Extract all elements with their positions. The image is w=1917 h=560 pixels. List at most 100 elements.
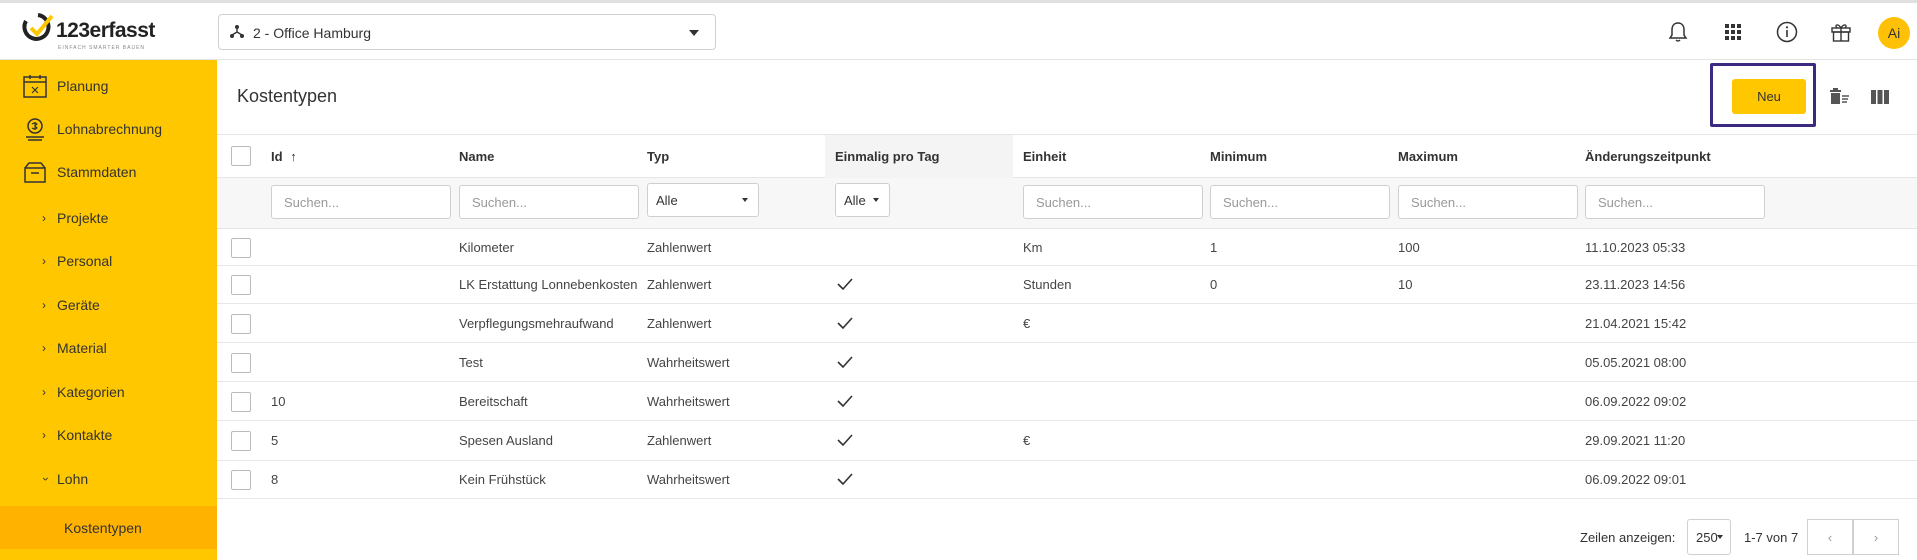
table-row[interactable]: Test Wahrheitswert 05.05.2021 08:00 [217,343,1917,382]
column-header-id[interactable]: Id ↑ [271,149,297,164]
checkmark-icon [837,356,853,368]
sidebar-item-kategorien[interactable]: › Kategorien [0,370,217,413]
page-size-select[interactable]: 250 [1687,519,1731,555]
column-header-changed[interactable]: Änderungszeitpunkt [1585,149,1711,164]
company-select[interactable]: 2 - Office Hamburg [218,14,716,50]
sidebar-item-projekte[interactable]: › Projekte [0,196,217,239]
columns-icon[interactable] [1870,88,1890,106]
cell-name: Spesen Ausland [459,433,553,448]
sidebar-item-label: Planung [57,77,109,94]
chevron-down-icon [689,30,699,36]
sidebar-item-planung[interactable]: Planung [0,64,217,107]
chevron-right-icon: › [42,427,46,442]
user-avatar[interactable]: Ai [1878,17,1910,49]
cell-typ: Wahrheitswert [647,394,730,409]
typ-filter-select[interactable]: Alle [647,183,759,217]
cell-typ: Wahrheitswert [647,355,730,370]
sidebar-item-material[interactable]: › Material [0,326,217,369]
einmalig-filter-value: Alle [844,192,866,208]
row-checkbox[interactable] [231,314,251,334]
cell-name: Kein Frühstück [459,472,546,487]
sidebar-item-label: Material [57,339,107,356]
id-search-input[interactable]: Suchen... [271,185,451,219]
column-header-minimum[interactable]: Minimum [1210,149,1267,164]
cell-einheit: € [1023,316,1031,331]
row-checkbox[interactable] [231,238,251,258]
cell-max: 10 [1398,277,1413,292]
box-icon [24,161,46,183]
filter-row: Suchen... Suchen... Alle Alle Suchen... … [217,178,1917,229]
sidebar-item-label: Kontakte [57,426,113,443]
sidebar-item-kontakte[interactable]: › Kontakte [0,413,217,456]
table-row[interactable]: LK Erstattung Lonnebenkosten Zahlenwert St… [217,266,1917,304]
info-icon[interactable] [1772,17,1802,47]
row-checkbox[interactable] [231,275,251,295]
row-checkbox[interactable] [231,392,251,412]
sidebar-item-stammdaten[interactable]: Stammdaten [0,150,217,193]
changed-search-input[interactable]: Suchen... [1585,185,1765,219]
sidebar-item-label: Personal [57,252,113,269]
minimum-search-input[interactable]: Suchen... [1210,185,1390,219]
sidebar-item-label: Kategorien [57,383,125,400]
sidebar-item-kostentypen[interactable]: Kostentypen [0,506,217,549]
page-title: Kostentypen [237,86,338,106]
checkmark-icon [837,278,853,290]
delete-filter-icon[interactable] [1830,88,1850,106]
sidebar-item-lohnabrechnung[interactable]: Lohnabrechnung [0,107,217,150]
sidebar-item-personal[interactable]: › Personal [0,239,217,282]
cell-name: Kilometer [459,240,514,255]
cell-einheit: Km [1023,240,1043,255]
row-checkbox[interactable] [231,353,251,373]
main-content: Kostentypen Neu Id ↑ Name Typ Einmalig p… [217,60,1917,560]
einheit-search-input[interactable]: Suchen... [1023,185,1203,219]
cell-changed: 23.11.2023 14:56 [1585,277,1686,292]
cell-name: Test [459,355,483,370]
cell-id: 8 [271,472,279,487]
chevron-down-icon [1717,535,1723,539]
sidebar-item-label: Lohn [57,470,89,487]
chevron-right-icon: › [42,253,46,268]
sidebar-item-geraete[interactable]: › Geräte [0,283,217,326]
maximum-search-input[interactable]: Suchen... [1398,185,1578,219]
app-header: 123erfasst EINFACH SMARTER BAUEN 2 - Off… [0,3,1917,60]
bell-icon[interactable] [1663,17,1693,47]
sidebar-item-label: Kostentypen [64,519,142,536]
next-page-button[interactable]: › [1853,519,1899,555]
sidebar-item-label: Geräte [57,296,100,313]
table-row[interactable]: Verpflegungsmehraufwand Zahlenwert €21.04.… [217,304,1917,343]
row-checkbox[interactable] [231,470,251,490]
column-header-einheit[interactable]: Einheit [1023,149,1066,164]
sidebar-item-label: Lohnabrechnung [57,120,163,137]
cell-changed: 11.10.2023 05:33 [1585,240,1686,255]
chevron-down-icon [873,198,879,202]
column-header-maximum[interactable]: Maximum [1398,149,1458,164]
cell-name: Verpflegungsmehraufwand [459,316,614,331]
sidebar-item-label: Stammdaten [57,163,137,180]
typ-filter-value: Alle [656,192,678,208]
name-search-input[interactable]: Suchen... [459,185,639,219]
chevron-right-icon: › [42,340,46,355]
chevron-down-icon: › [39,476,53,481]
table-row[interactable]: Kilometer Zahlenwert Km 1 100 11.10.2023 05:3… [217,229,1917,266]
cell-changed: 06.09.2022 09:02 [1585,394,1687,409]
new-button[interactable]: Neu [1732,79,1806,114]
cell-changed: 21.04.2021 15:42 [1585,316,1687,331]
brand-logo[interactable]: 123erfasst EINFACH SMARTER BAUEN [22,11,155,53]
row-checkbox[interactable] [231,431,251,451]
column-header-typ[interactable]: Typ [647,149,669,164]
table-row[interactable]: 5 Spesen Ausland Zahlenwert €29.09.2021 11:… [217,421,1917,461]
cell-name: Bereitschaft [459,394,528,409]
money-icon [26,117,44,141]
column-header-name[interactable]: Name [459,149,494,164]
apps-grid-icon[interactable] [1718,17,1748,47]
sidebar-item-lohn[interactable]: › Lohn [0,457,217,500]
prev-page-button[interactable]: ‹ [1807,519,1853,555]
table-row[interactable]: 8 Kein Frühstück Wahrheitswert 06.09.2022 0… [217,461,1917,499]
einmalig-filter-select[interactable]: Alle [835,183,890,217]
select-all-checkbox[interactable] [231,146,251,166]
table-row[interactable]: 10 Bereitschaft Wahrheitswert 06.09.2022 09… [217,382,1917,421]
gift-icon[interactable] [1826,17,1856,47]
column-header-einmalig[interactable]: Einmalig pro Tag [835,149,940,164]
cell-einheit: € [1023,433,1031,448]
chevron-right-icon: › [42,297,46,312]
